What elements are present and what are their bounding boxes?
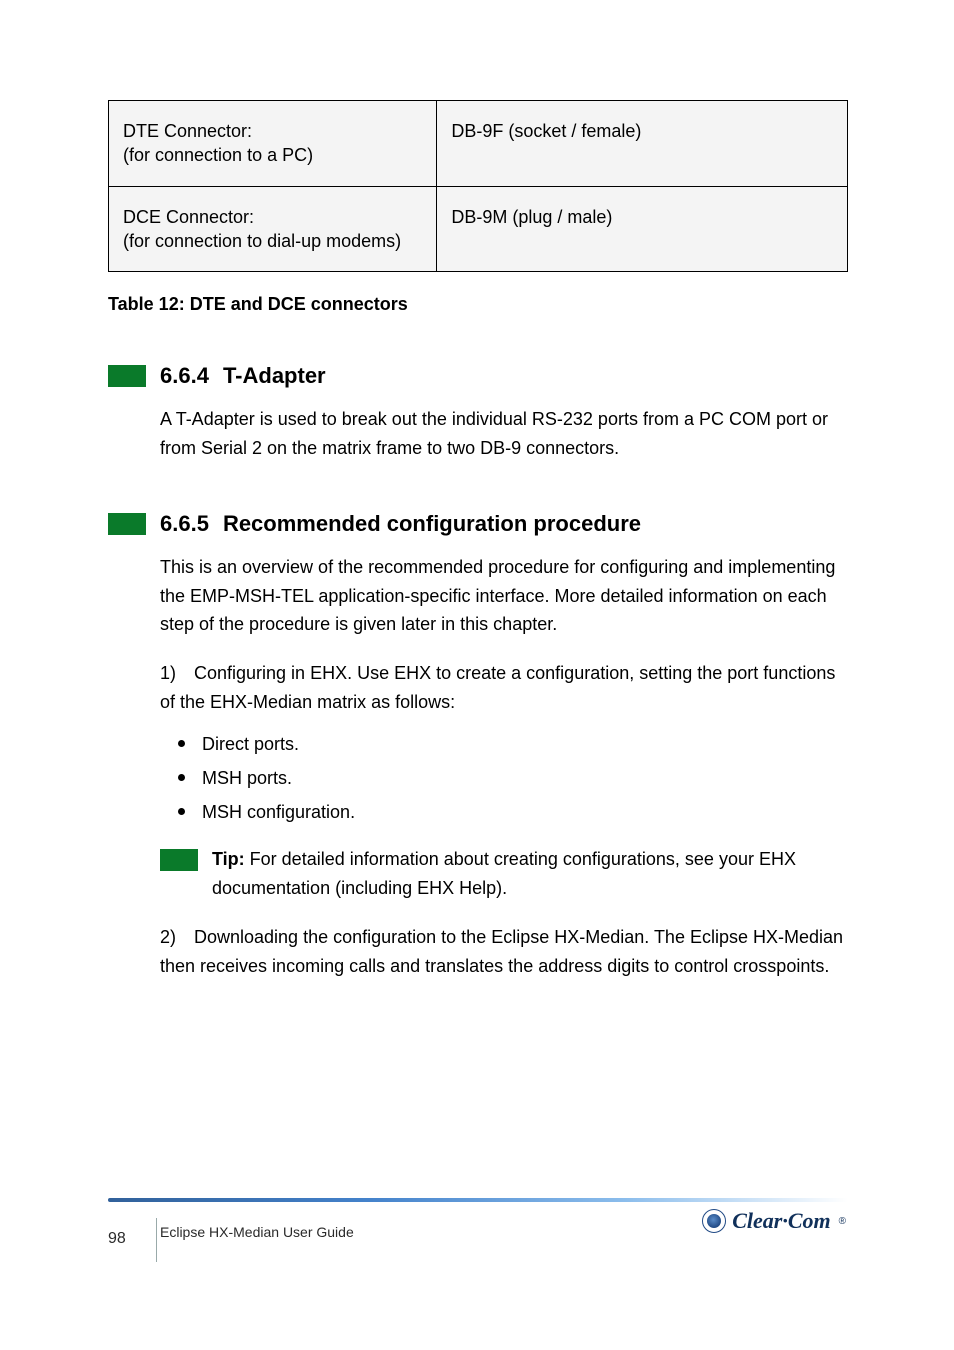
table-row: DCE Connector: (for connection to dial-u… — [109, 186, 848, 272]
section-head: 6.6.4 T-Adapter — [108, 363, 848, 389]
brand-globe-icon — [702, 1209, 726, 1233]
tip-text: Tip: For detailed information about crea… — [212, 845, 848, 903]
cell-dte-label: DTE Connector: (for connection to a PC) — [109, 101, 437, 187]
section-intro: This is an overview of the recommended p… — [160, 553, 848, 639]
section-mark-icon — [108, 365, 146, 387]
step-text: Configuring in EHX. Use EHX to create a … — [160, 663, 835, 712]
page-number: 98 — [108, 1230, 126, 1248]
section-t-adapter: 6.6.4 T-Adapter A T-Adapter is used to b… — [108, 363, 848, 463]
registered-mark-icon: ® — [839, 1216, 846, 1227]
list-item: Direct ports. — [160, 727, 848, 761]
tip-block: Tip: For detailed information about crea… — [160, 845, 848, 903]
footer-doc-title: Eclipse HX-Median User Guide — [160, 1222, 354, 1242]
step-number: 2) — [160, 923, 194, 952]
cell-line: DCE Connector: — [123, 207, 254, 227]
step-1-bullets: Direct ports. MSH ports. MSH configurati… — [160, 727, 848, 830]
section-title: Recommended configuration procedure — [223, 511, 641, 537]
tip-mark-icon — [160, 849, 198, 871]
section-text: A T-Adapter is used to break out the ind… — [160, 405, 848, 463]
list-item: MSH ports. — [160, 761, 848, 795]
step-number: 1) — [160, 659, 194, 688]
cell-dce-label: DCE Connector: (for connection to dial-u… — [109, 186, 437, 272]
section-number: 6.6.4 — [160, 363, 209, 389]
section-title: T-Adapter — [223, 363, 326, 389]
brand-name: Clear·Com — [732, 1208, 830, 1234]
cell-line: (for connection to dial-up modems) — [123, 231, 401, 251]
tip-lead: Tip: — [212, 849, 245, 869]
section-head: 6.6.5 Recommended configuration procedur… — [108, 511, 848, 537]
cell-dce-value: DB-9M (plug / male) — [437, 186, 848, 272]
list-item: MSH configuration. — [160, 795, 848, 829]
step-text: Downloading the configuration to the Ecl… — [160, 927, 843, 976]
cell-line: DB-9M (plug / male) — [451, 207, 612, 227]
cell-line: DB-9F (socket / female) — [451, 121, 641, 141]
section-number: 6.6.5 — [160, 511, 209, 537]
spec-table: DTE Connector: (for connection to a PC) … — [108, 100, 848, 272]
brand-logo: Clear·Com ® — [702, 1208, 846, 1234]
cell-line: (for connection to a PC) — [123, 145, 313, 165]
step-1: 1)Configuring in EHX. Use EHX to create … — [160, 659, 848, 717]
section-config-procedure: 6.6.5 Recommended configuration procedur… — [108, 511, 848, 981]
table-caption: Table 12: DTE and DCE connectors — [108, 294, 848, 315]
section-mark-icon — [108, 513, 146, 535]
step-2: 2)Downloading the configuration to the E… — [160, 923, 848, 981]
table-row: DTE Connector: (for connection to a PC) … — [109, 101, 848, 187]
tip-body: For detailed information about creating … — [212, 849, 796, 898]
footer-divider-vertical — [134, 1218, 157, 1262]
footer-divider — [108, 1198, 848, 1202]
cell-dte-value: DB-9F (socket / female) — [437, 101, 848, 187]
cell-line: DTE Connector: — [123, 121, 252, 141]
page-body: DTE Connector: (for connection to a PC) … — [108, 100, 848, 981]
